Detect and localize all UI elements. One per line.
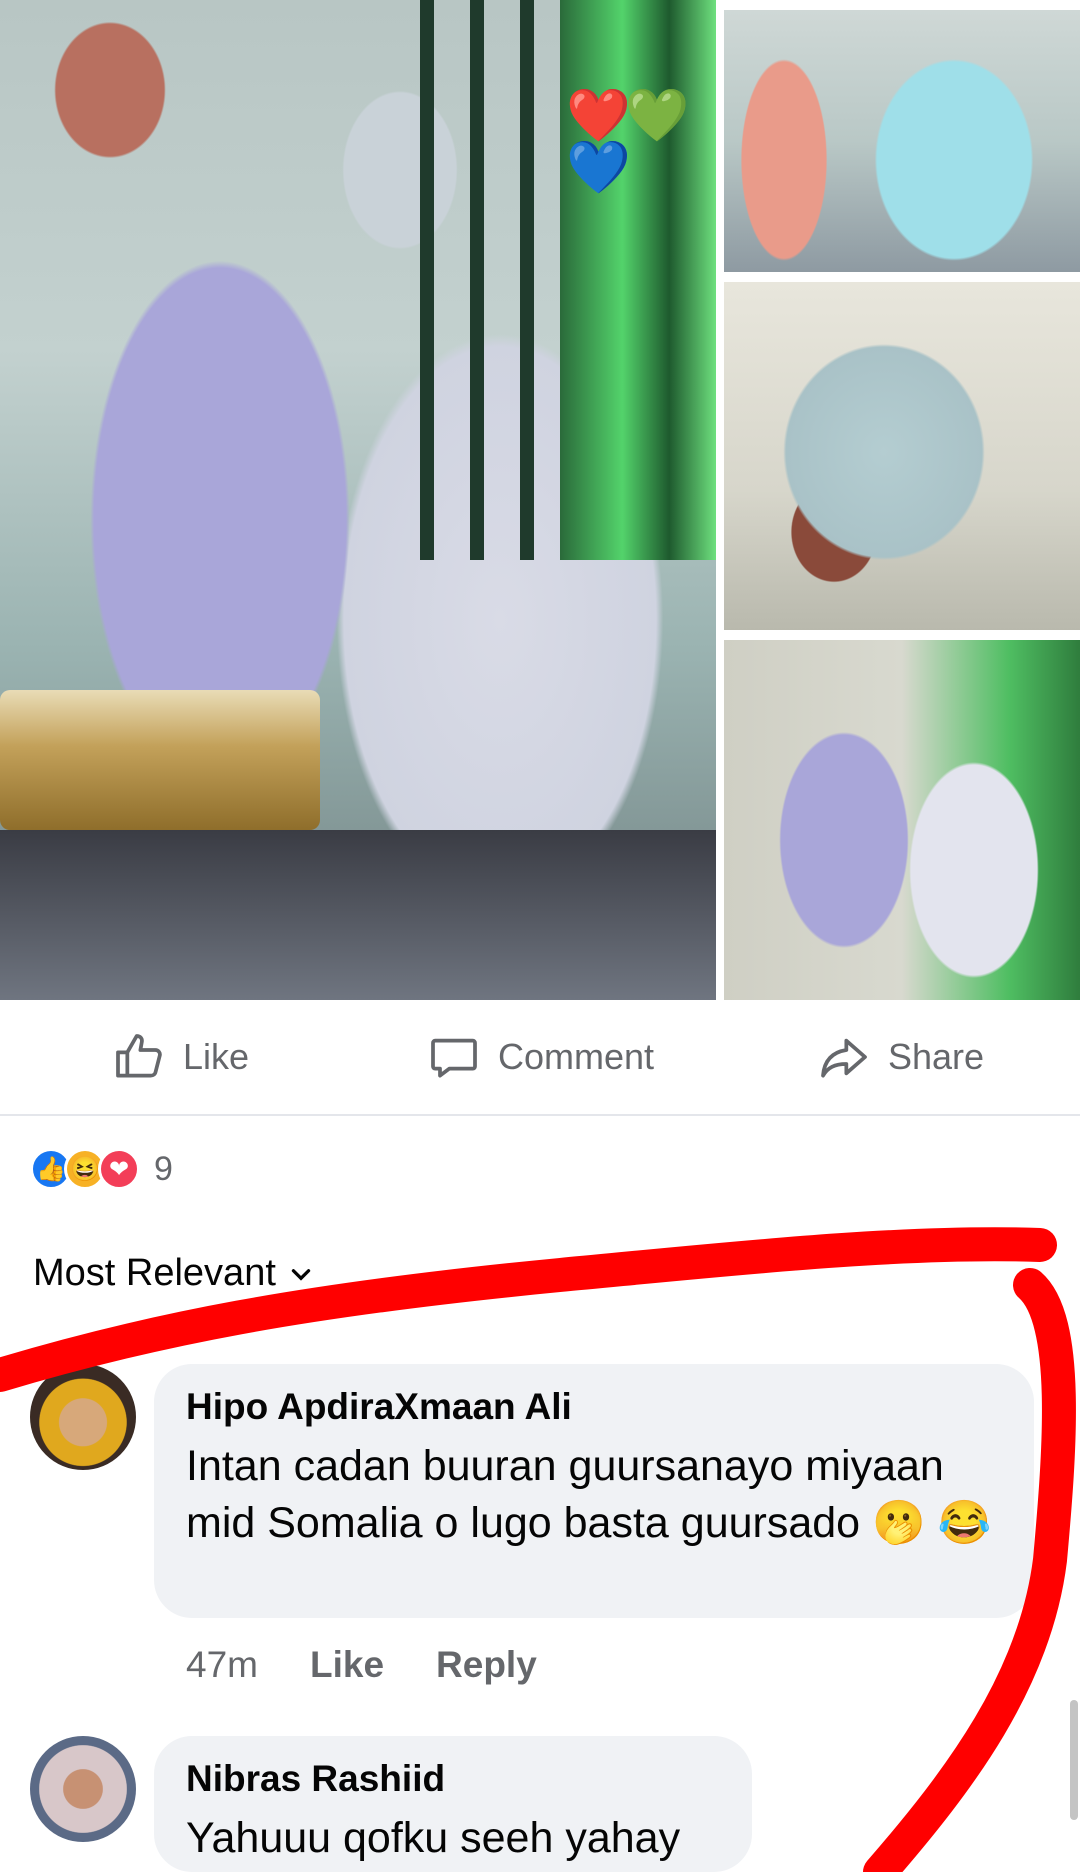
like-label: Like (182, 1036, 250, 1077)
comment-text: Yahuuu qofku seeh yahay (186, 1814, 681, 1862)
comment-reply-button[interactable]: Reply (436, 1644, 537, 1686)
wedding-photo-main[interactable]: ❤️💚💙 (0, 0, 716, 1000)
comment-bubble[interactable]: Nibras Rashiid Yahuuu qofku seeh yahay (154, 1736, 752, 1872)
wedding-photo-couple[interactable] (724, 640, 1080, 1000)
comment-item: Nibras Rashiid Yahuuu qofku seeh yahay (30, 1736, 1080, 1872)
avatar[interactable] (30, 1364, 136, 1470)
comment-like-button[interactable]: Like (310, 1644, 384, 1686)
scrollbar[interactable] (1070, 1700, 1078, 1820)
comment-author[interactable]: Nibras Rashiid (186, 1758, 718, 1800)
reaction-count: 9 (154, 1149, 173, 1188)
reaction-summary[interactable]: 👍 😆 ❤ 9 (30, 1148, 173, 1190)
hearts-overlay: ❤️💚💙 (566, 87, 690, 197)
comment-item: Hipo ApdiraXmaan Ali Intan cadan buuran … (30, 1364, 1080, 1694)
backdrop-stripe (470, 0, 484, 560)
comment-sort-dropdown[interactable]: Most Relevant (33, 1252, 314, 1295)
comment-author[interactable]: Hipo ApdiraXmaan Ali (186, 1386, 1000, 1428)
wedding-photo-guests[interactable] (724, 10, 1080, 272)
share-label: Share (887, 1036, 985, 1077)
wedding-photo-bride-closeup[interactable] (724, 282, 1080, 630)
comment-button[interactable]: Comment (360, 1029, 720, 1085)
share-arrow-icon (821, 1038, 867, 1078)
comment-timestamp[interactable]: 47m (186, 1644, 258, 1686)
share-button[interactable]: Share (720, 1029, 1080, 1085)
thumbs-up-icon (116, 1034, 162, 1078)
stage-floor (0, 830, 716, 1000)
comment-label: Comment (497, 1036, 655, 1077)
backdrop-stripe (420, 0, 434, 560)
photo-collage: ❤️💚💙 (0, 0, 1080, 1000)
gold-sofa (0, 690, 320, 830)
backdrop-stripe (520, 0, 534, 560)
avatar[interactable] (30, 1736, 136, 1842)
sort-label: Most Relevant (33, 1252, 276, 1294)
comment-icon (431, 1038, 477, 1078)
chevron-down-icon (291, 1268, 311, 1281)
green-backdrop (560, 0, 716, 560)
love-reaction-icon: ❤ (98, 1148, 140, 1190)
post-action-bar: Like Comment Share (0, 1000, 1080, 1116)
comment-meta: 47m Like Reply (186, 1644, 537, 1686)
comment-bubble[interactable]: Hipo ApdiraXmaan Ali Intan cadan buuran … (154, 1364, 1034, 1618)
comment-text: Intan cadan buuran guursanayo miyaan mid… (186, 1442, 992, 1547)
like-button[interactable]: Like (0, 1029, 360, 1085)
